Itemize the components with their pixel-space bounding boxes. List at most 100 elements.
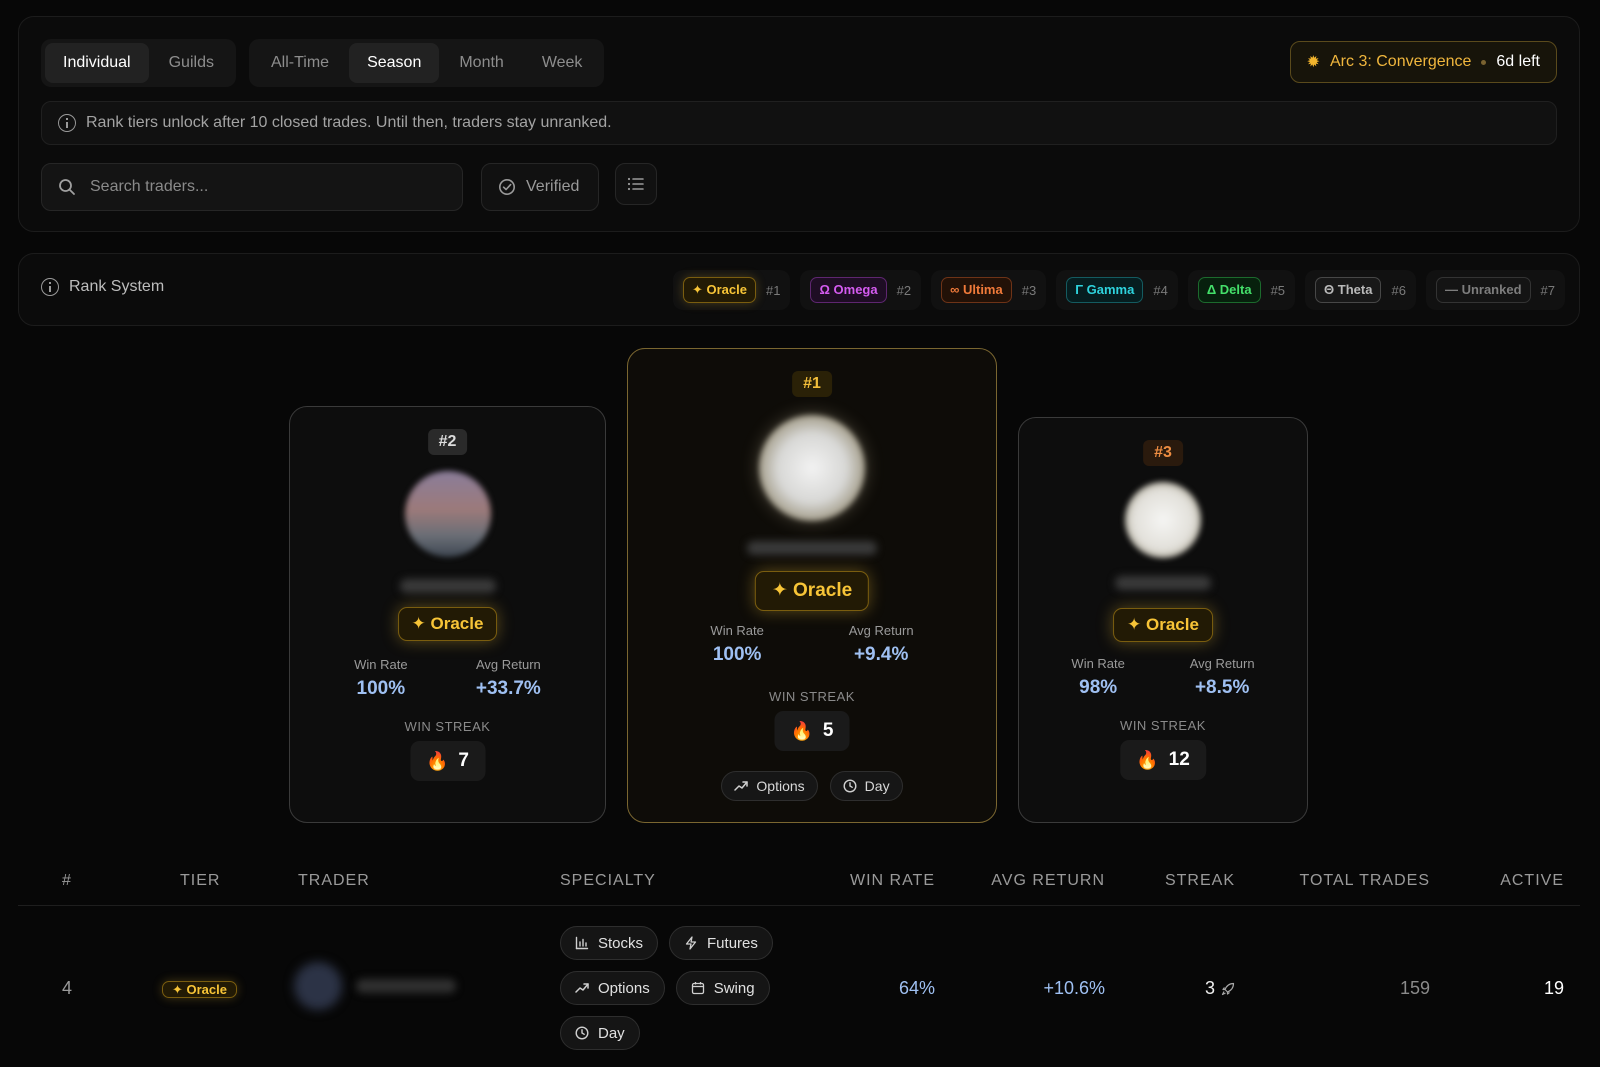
avatar xyxy=(404,471,491,557)
specialty-tags: Options Day xyxy=(628,771,996,801)
tag-day[interactable]: Day xyxy=(560,1016,640,1050)
win-streak-box: 🔥 7 xyxy=(410,741,485,781)
avatar xyxy=(294,962,342,1010)
view-toggle: Individual Guilds xyxy=(41,39,236,87)
tier-badge-oracle: ✦ Oracle xyxy=(397,607,498,641)
trader-name-blurred xyxy=(399,579,496,593)
podium-card-first[interactable]: #1 ✦ Oracle Win Rate 100% Avg Return +9.… xyxy=(627,348,997,823)
trader-name-blurred xyxy=(356,979,456,993)
tier-badge-oracle: ✦ Oracle xyxy=(682,277,756,303)
column-header-avg-return[interactable]: AVG RETURN xyxy=(991,872,1105,890)
trending-up-icon xyxy=(575,982,589,994)
tier-legend-ultima: ∞ Ultima #3 xyxy=(931,270,1047,310)
tab-season[interactable]: Season xyxy=(349,43,440,83)
search-input[interactable] xyxy=(90,178,410,196)
column-header-active[interactable]: ACTIVE xyxy=(1500,872,1564,890)
column-header-trader[interactable]: TRADER xyxy=(298,872,370,890)
table-row[interactable]: 4 ✦ Oracle Stocks Futures Options Swing … xyxy=(18,916,1580,1066)
tier-rank-number: #4 xyxy=(1153,282,1168,298)
win-streak-value: 7 xyxy=(458,750,469,771)
tier-rank-number: #3 xyxy=(1021,282,1037,298)
rank-system-heading: Rank System xyxy=(41,278,164,296)
tier-legend-unranked: — Unranked #7 xyxy=(1425,270,1565,310)
tier-badge-oracle: ✦ Oracle xyxy=(162,981,237,998)
tier-legend-delta: Δ Delta #5 xyxy=(1187,270,1296,310)
lightning-icon xyxy=(684,936,698,950)
row-total-trades: 159 xyxy=(1399,978,1430,998)
verified-label: Verified xyxy=(526,178,580,195)
avg-return-value: +8.5% xyxy=(1194,677,1250,698)
stats-row: Win Rate 98% Avg Return +8.5% xyxy=(1019,656,1307,699)
tier-legend-theta: Θ Theta #6 xyxy=(1305,270,1416,310)
list-icon xyxy=(627,176,645,192)
tier-badge-ultima: ∞ Ultima xyxy=(941,277,1012,303)
row-streak-value: 3 xyxy=(1204,978,1215,998)
avg-return-stat: Avg Return +8.5% xyxy=(1189,656,1255,698)
tier-badge-unranked: — Unranked xyxy=(1435,277,1531,303)
tier-legend-gamma: Γ Gamma #4 xyxy=(1056,270,1178,310)
row-active: 19 xyxy=(1543,978,1564,998)
tab-week[interactable]: Week xyxy=(524,43,601,83)
rocket-icon xyxy=(1221,982,1235,996)
sun-icon: ✹ xyxy=(1306,54,1320,71)
win-streak-label: WIN STREAK xyxy=(1120,718,1206,733)
tab-individual[interactable]: Individual xyxy=(45,43,149,83)
verified-filter-button[interactable]: Verified xyxy=(481,163,599,211)
tag-futures[interactable]: Futures xyxy=(669,926,773,960)
controls-panel: Individual Guilds All-Time Season Month … xyxy=(18,16,1580,232)
column-header-win-rate[interactable]: WIN RATE xyxy=(850,872,935,890)
row-win-rate: 64% xyxy=(898,978,935,998)
period-toggle: All-Time Season Month Week xyxy=(249,39,605,87)
win-streak-label: WIN STREAK xyxy=(404,719,491,734)
tag-stocks[interactable]: Stocks xyxy=(560,926,659,960)
bar-chart-icon xyxy=(575,936,589,950)
tab-month[interactable]: Month xyxy=(441,43,521,83)
win-rate-value: 100% xyxy=(356,678,406,699)
tier-badge-gamma: Γ Gamma xyxy=(1066,277,1144,303)
season-badge: ✹ Arc 3: Convergence 6d left xyxy=(1289,41,1557,83)
win-rate-value: 98% xyxy=(1079,677,1118,698)
podium-card-third[interactable]: #3 ✦ Oracle Win Rate 98% Avg Return +8.5… xyxy=(1018,417,1308,823)
tab-all-time[interactable]: All-Time xyxy=(253,43,347,83)
avg-return-value: +33.7% xyxy=(475,678,541,699)
win-rate-stat: Win Rate 100% xyxy=(354,657,408,699)
list-view-button[interactable] xyxy=(615,163,657,205)
column-header-total-trades[interactable]: TOTAL TRADES xyxy=(1299,872,1430,890)
rank-system-panel: Rank System ✦ Oracle #1 Ω Omega #2 ∞ Ult… xyxy=(18,253,1580,326)
win-streak-box: 🔥 5 xyxy=(774,711,850,751)
position-badge: #2 xyxy=(427,429,468,455)
row-trader[interactable] xyxy=(294,962,456,1010)
tier-rank-number: #5 xyxy=(1270,282,1286,298)
win-streak-value: 5 xyxy=(822,720,834,741)
podium-card-second[interactable]: #2 ✦ Oracle Win Rate 100% Avg Return +33… xyxy=(289,406,606,823)
column-header-tier[interactable]: TIER xyxy=(180,872,220,890)
tag-options[interactable]: Options xyxy=(721,771,818,801)
column-header-streak[interactable]: STREAK xyxy=(1165,872,1235,890)
tag-options[interactable]: Options xyxy=(560,971,665,1005)
tier-rank-number: #1 xyxy=(766,282,781,298)
info-icon xyxy=(41,278,59,296)
column-header-specialty[interactable]: SPECIALTY xyxy=(560,872,656,890)
avg-return-value: +9.4% xyxy=(853,644,909,665)
column-header-rank[interactable]: # xyxy=(62,872,72,890)
flame-icon: 🔥 xyxy=(1136,749,1159,770)
clock-icon xyxy=(575,1026,589,1040)
tab-guilds[interactable]: Guilds xyxy=(151,43,232,83)
tier-legend-omega: Ω Omega #2 xyxy=(800,270,922,310)
tier-badge-oracle: ✦ Oracle xyxy=(1113,608,1213,642)
trader-name-blurred xyxy=(1115,576,1211,590)
clock-icon xyxy=(843,779,857,793)
calendar-icon xyxy=(691,981,705,995)
stats-row: Win Rate 100% Avg Return +9.4% xyxy=(628,623,996,666)
avg-return-stat: Avg Return +9.4% xyxy=(848,623,914,665)
win-rate-value: 100% xyxy=(712,644,762,665)
row-avg-return: +10.6% xyxy=(1043,978,1105,998)
win-streak-label: WIN STREAK xyxy=(769,689,855,704)
flame-icon: 🔥 xyxy=(426,750,449,771)
tag-swing[interactable]: Swing xyxy=(675,971,770,1005)
tier-badge-delta: Δ Delta xyxy=(1197,277,1261,303)
check-circle-icon xyxy=(498,178,516,196)
tier-legend-oracle: ✦ Oracle #1 xyxy=(672,270,791,310)
tag-day[interactable]: Day xyxy=(829,771,903,801)
tier-legend: ✦ Oracle #1 Ω Omega #2 ∞ Ultima #3 Γ Gam… xyxy=(672,270,1565,310)
